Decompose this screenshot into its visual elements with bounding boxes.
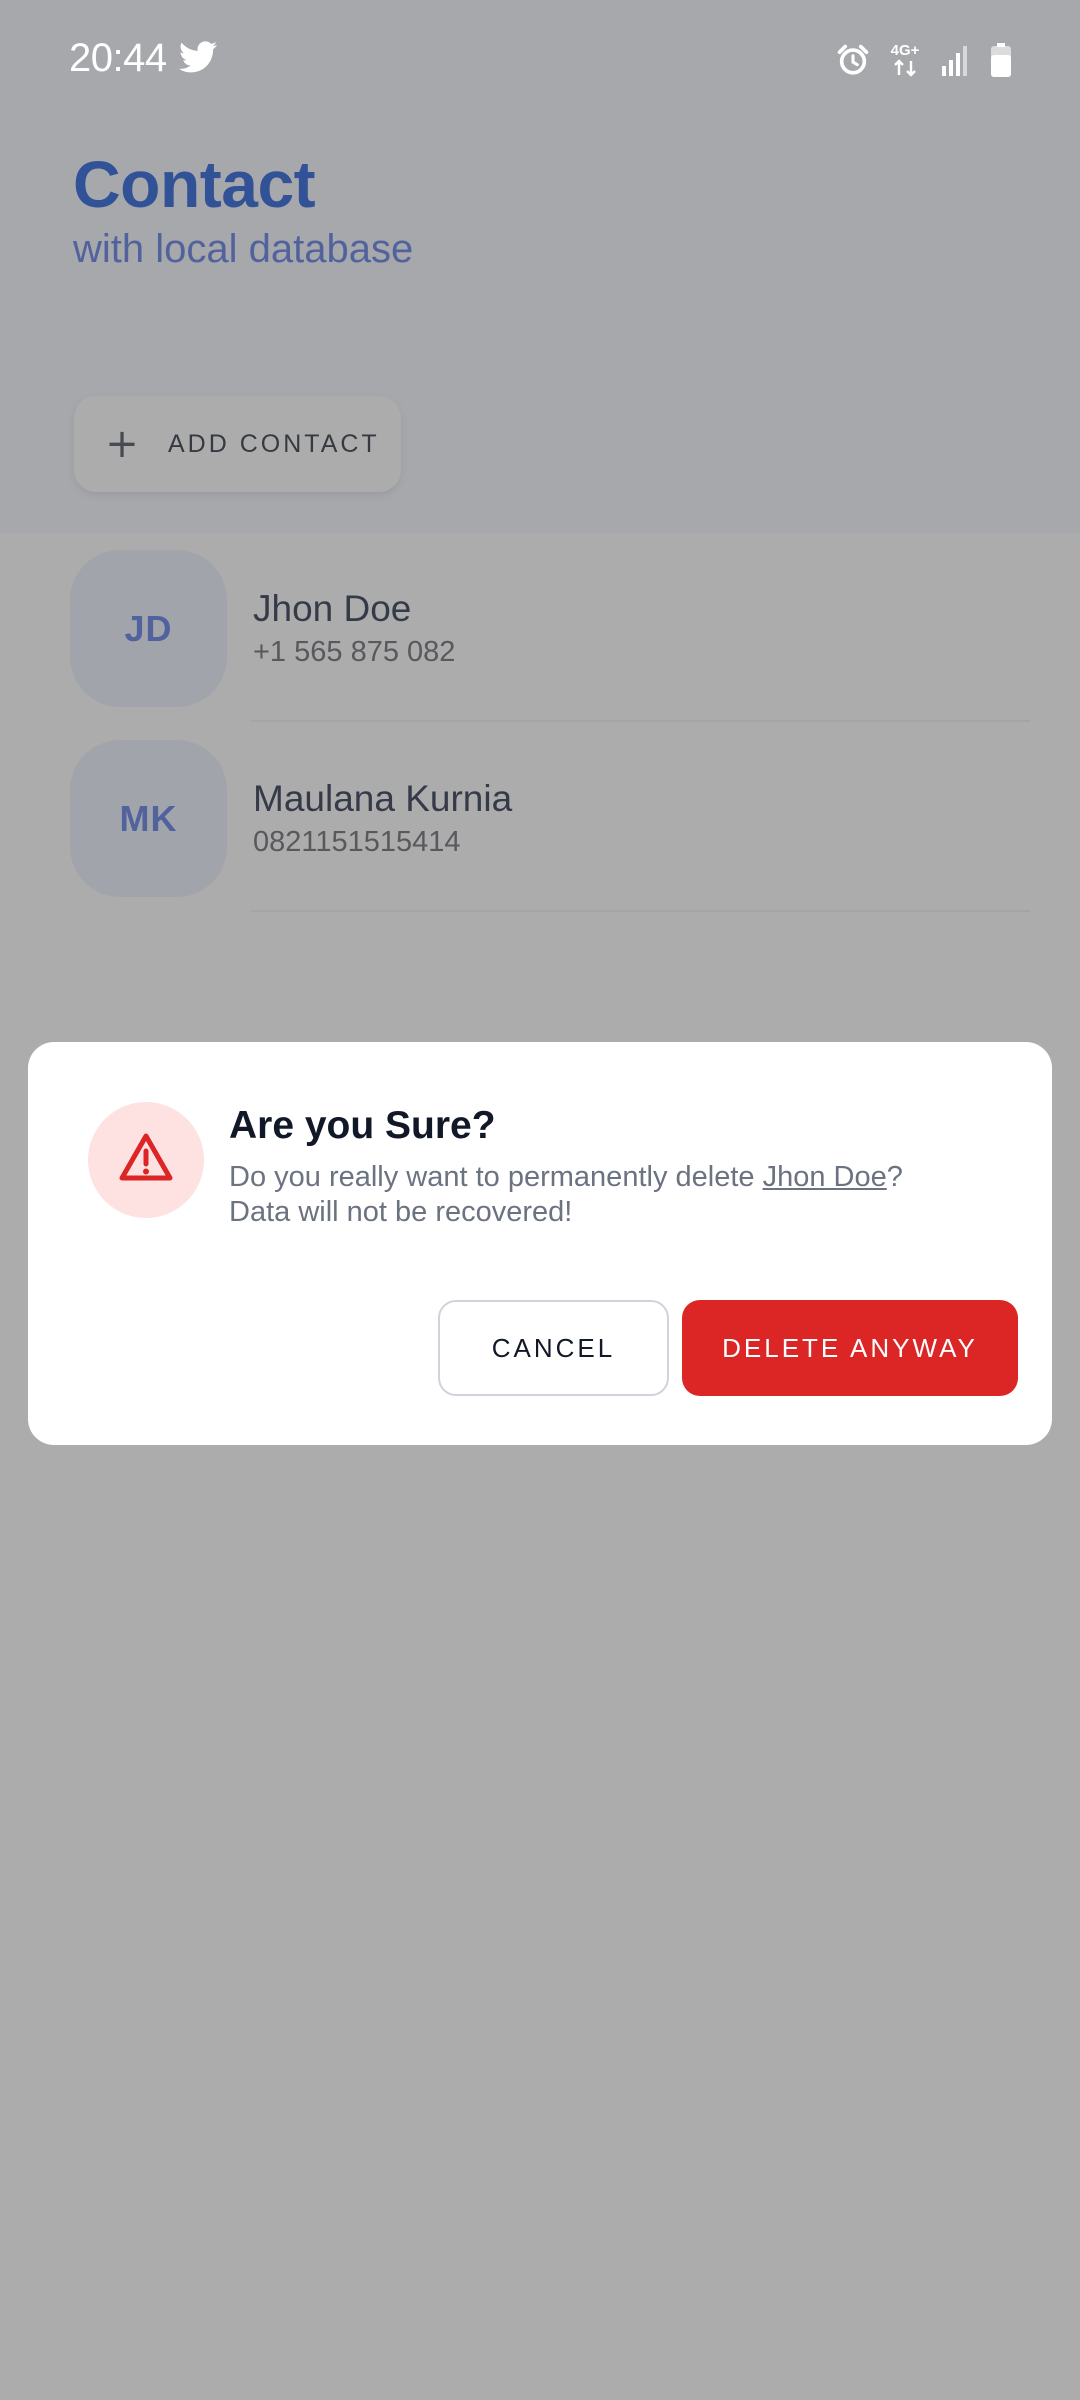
status-icons: 4G+ [816,40,1012,80]
dialog-message-line2: Data will not be recovered! [229,1196,573,1228]
network-icon: 4G+ [890,43,920,77]
status-time: 20:44 [69,36,167,80]
warning-icon-container [88,1102,204,1218]
warning-icon [118,1132,174,1189]
message-prefix: Do you really want to permanently delete [229,1161,763,1193]
network-label: 4G+ [890,42,920,59]
delete-confirmation-dialog: Are you Sure? Do you really want to perm… [28,1042,1052,1445]
cancel-button[interactable]: CANCEL [438,1300,669,1396]
app-screen: 20:44 4G+ Are you Sure? Do you really wa… [0,0,1080,2400]
battery-icon [990,43,1012,77]
target-contact-name: Jhon Doe [762,1161,887,1193]
dialog-message: Do you really want to permanently delete… [229,1160,1029,1230]
status-bar: 20:44 4G+ [0,0,1080,120]
dialog-title: Are you Sure? [229,1104,496,1147]
signal-icon [940,44,970,76]
alarm-icon [836,43,870,77]
delete-anyway-button[interactable]: DELETE ANYWAY [682,1300,1018,1396]
dialog-message-line1: Do you really want to permanently delete… [229,1160,1029,1195]
message-suffix: ? [886,1161,903,1193]
twitter-icon [179,40,217,74]
